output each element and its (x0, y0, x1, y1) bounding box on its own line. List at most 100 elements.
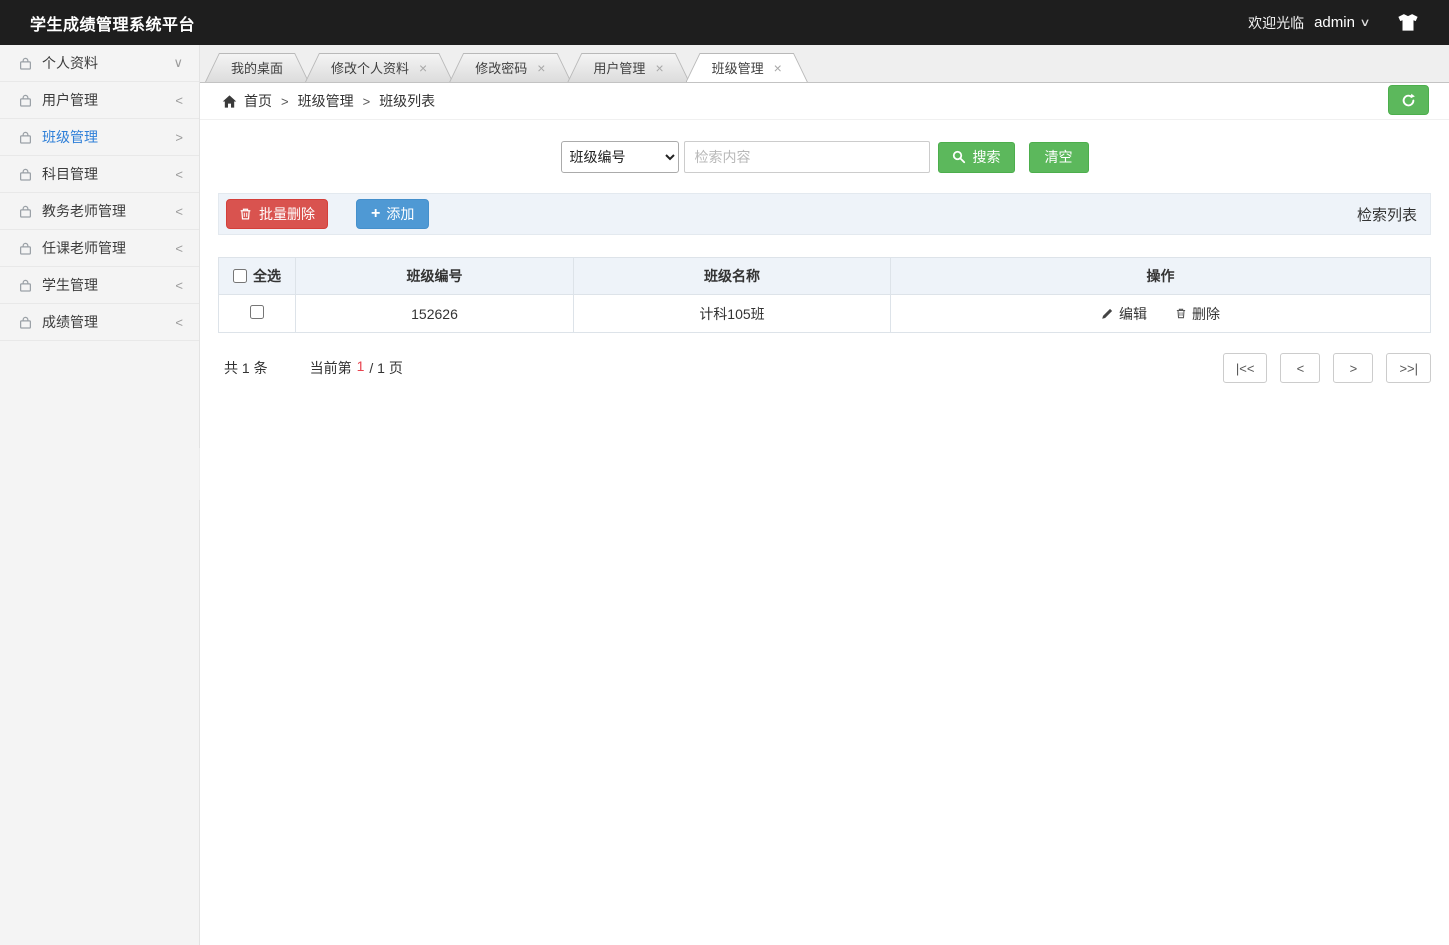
tab-label: 修改个人资料 (331, 61, 410, 76)
tab-change-password[interactable]: 修改密码 × (449, 53, 571, 82)
search-button[interactable]: 搜索 (937, 141, 1015, 173)
refresh-icon (1402, 93, 1415, 106)
main-content: 我的桌面 修改个人资料 × 修改密码 × 用户管理 × 班级管理 × 首页 > … (200, 45, 1449, 945)
column-header-actions: 操作 (890, 257, 1431, 295)
close-icon[interactable]: × (655, 61, 663, 75)
briefcase-icon (20, 242, 31, 255)
pagination: 共 1 条 当前第 1 / 1 页 |<< < > >>| (218, 353, 1431, 383)
sidebar-item-label: 班级管理 (42, 129, 98, 145)
page-position-suffix: / 1 页 (369, 360, 403, 376)
sidebar-item-student-management[interactable]: 学生管理 < (0, 267, 199, 304)
sidebar-item-label: 教务老师管理 (42, 203, 126, 219)
plus-icon: + (371, 205, 381, 222)
tab-bar: 我的桌面 修改个人资料 × 修改密码 × 用户管理 × 班级管理 × (200, 45, 1449, 83)
breadcrumb-class-management[interactable]: 班级管理 (298, 91, 354, 111)
page-position-prefix: 当前第 (309, 360, 352, 376)
briefcase-icon (20, 279, 31, 292)
sidebar-item-label: 个人资料 (42, 55, 98, 71)
add-label: 添加 (386, 206, 415, 222)
breadcrumb-separator: > (362, 93, 371, 109)
edit-label: 编辑 (1119, 305, 1147, 322)
select-all-header: 全选 (218, 257, 296, 295)
delete-label: 删除 (1192, 305, 1220, 322)
chevron-left-icon: < (175, 277, 183, 293)
briefcase-icon (20, 131, 31, 144)
top-bar: 学生成绩管理系统平台 欢迎光临 admin ∨ (0, 0, 1449, 45)
list-title: 检索列表 (1356, 206, 1417, 224)
chevron-left-icon: < (175, 203, 183, 219)
select-all-checkbox[interactable] (233, 269, 247, 283)
tab-class-management[interactable]: 班级管理 × (686, 53, 808, 82)
theme-tshirt-icon[interactable] (1397, 12, 1419, 34)
search-field-select[interactable]: 班级编号 (560, 141, 679, 173)
username: admin (1314, 14, 1355, 31)
sidebar-item-course-teacher-management[interactable]: 任课老师管理 < (0, 230, 199, 267)
tab-my-desktop[interactable]: 我的桌面 (205, 53, 309, 82)
next-page-button[interactable]: > (1333, 353, 1374, 383)
briefcase-icon (20, 94, 31, 107)
welcome-text: 欢迎光临 (1248, 14, 1305, 31)
page-position: 当前第 1 / 1 页 (310, 358, 403, 378)
column-header-class-name: 班级名称 (573, 257, 891, 295)
row-checkbox-cell (218, 294, 296, 333)
close-icon[interactable]: × (537, 61, 545, 75)
refresh-button[interactable] (1388, 85, 1429, 115)
table-row: 152626 计科105班 编辑 删除 (218, 294, 1431, 333)
batch-delete-label: 批量删除 (259, 206, 315, 222)
search-input[interactable] (683, 141, 930, 173)
sidebar-item-class-management[interactable]: 班级管理 > (0, 119, 199, 156)
row-class-no: 152626 (295, 294, 574, 333)
row-class-name: 计科105班 (573, 294, 891, 333)
sidebar-item-label: 科目管理 (42, 166, 98, 182)
tab-edit-profile[interactable]: 修改个人资料 × (305, 53, 453, 82)
delete-link[interactable]: 删除 (1175, 304, 1220, 324)
edit-link[interactable]: 编辑 (1101, 304, 1147, 324)
add-button[interactable]: + 添加 (356, 199, 430, 229)
chevron-left-icon: < (175, 92, 183, 108)
tab-label: 我的桌面 (231, 61, 284, 76)
sidebar-item-grade-management[interactable]: 成绩管理 < (0, 304, 199, 341)
search-bar: 班级编号 搜索 清空 (200, 141, 1449, 173)
briefcase-icon (20, 205, 31, 218)
sidebar-item-subject-management[interactable]: 科目管理 < (0, 156, 199, 193)
sidebar-item-label: 学生管理 (42, 277, 98, 293)
close-icon[interactable]: × (774, 61, 782, 75)
tab-label: 修改密码 (475, 61, 528, 76)
breadcrumb: 首页 > 班级管理 > 班级列表 (200, 83, 1449, 120)
trash-icon (1176, 308, 1186, 319)
chevron-left-icon: < (175, 166, 183, 182)
sidebar-item-profile[interactable]: 个人资料 ∨ (0, 45, 199, 82)
prev-page-button[interactable]: < (1280, 353, 1321, 383)
home-icon (222, 94, 237, 108)
breadcrumb-separator: > (281, 93, 289, 109)
row-checkbox[interactable] (250, 305, 264, 319)
current-page-number: 1 (356, 358, 365, 374)
first-page-button[interactable]: |<< (1222, 353, 1268, 383)
last-page-button[interactable]: >>| (1386, 353, 1431, 383)
tab-user-management[interactable]: 用户管理 × (567, 53, 689, 82)
chevron-down-icon: ∨ (1359, 17, 1371, 29)
search-button-label: 搜索 (972, 149, 1001, 165)
tab-label: 班级管理 (711, 61, 764, 76)
breadcrumb-home[interactable]: 首页 (244, 91, 272, 111)
close-icon[interactable]: × (419, 61, 427, 75)
pencil-icon (1102, 308, 1113, 319)
chevron-left-icon: < (175, 314, 183, 330)
sidebar-item-label: 用户管理 (42, 92, 98, 108)
chevron-left-icon: < (175, 240, 183, 256)
breadcrumb-class-list: 班级列表 (379, 93, 436, 109)
chevron-right-icon: > (175, 129, 183, 145)
select-all-label: 全选 (253, 268, 281, 284)
class-table: 全选 班级编号 班级名称 操作 152626 计科105班 编辑 删除 (218, 257, 1431, 333)
user-dropdown[interactable]: admin ∨ (1314, 14, 1371, 31)
total-count: 共 1 条 (224, 360, 268, 376)
chevron-down-icon: ∨ (173, 55, 183, 70)
sidebar-item-user-management[interactable]: 用户管理 < (0, 82, 199, 119)
batch-delete-button[interactable]: 批量删除 (226, 199, 328, 229)
tab-label: 用户管理 (593, 61, 646, 76)
sidebar-item-academic-teacher-management[interactable]: 教务老师管理 < (0, 193, 199, 230)
clear-button[interactable]: 清空 (1028, 141, 1089, 173)
trash-icon (240, 208, 251, 220)
toolbar: 批量删除 + 添加 检索列表 (218, 193, 1431, 235)
sidebar: 个人资料 ∨ 用户管理 < 班级管理 > 科目管理 < 教务老师管理 < 任课老… (0, 45, 200, 945)
